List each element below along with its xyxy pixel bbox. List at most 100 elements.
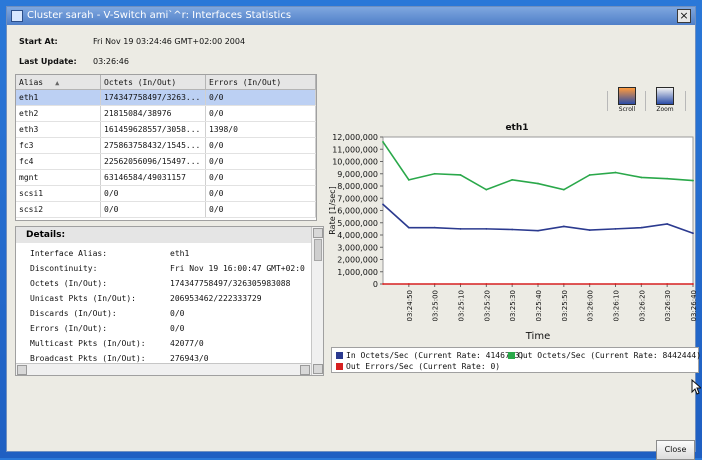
interfaces-table: Alias ▲ Octets (In/Out) Errors (In/Out) e… [15, 74, 317, 221]
start-at-value: Fri Nov 19 03:24:46 GMT+02:00 2004 [93, 37, 246, 46]
series-1-point [562, 225, 565, 228]
scroll-right-button[interactable] [300, 365, 310, 375]
scroll-thumb[interactable] [314, 239, 322, 261]
details-value: 276943/0 [170, 354, 209, 363]
details-title: Details: [16, 227, 311, 243]
table-row[interactable]: eth3 161459628557/3058... 1398/0 [16, 121, 316, 138]
legend-swatch [336, 363, 343, 370]
x-tick-label: 03:25:30 [509, 290, 517, 321]
x-tick-label: 03:25:50 [561, 290, 569, 321]
errors-cell: 1398/0 [205, 121, 316, 138]
details-value: eth1 [170, 249, 190, 258]
octets-cell: 174347758497/3263... [100, 89, 206, 106]
series-3-point [537, 283, 539, 285]
scroll-left-button[interactable] [17, 365, 27, 375]
series-2-point [433, 172, 436, 175]
last-update: Last Update: 03:26:46 [19, 57, 129, 66]
details-vertical-scrollbar[interactable] [311, 227, 323, 375]
series-2-point [382, 141, 384, 143]
series-1-point [459, 227, 462, 230]
close-button[interactable]: Close [656, 440, 695, 460]
chart-toolbar: Scroll Zoom [607, 87, 697, 117]
errors-cell: 0/0 [205, 105, 316, 122]
series-2-point [511, 178, 514, 181]
scroll-down-button[interactable] [313, 364, 323, 374]
series-2-point [459, 174, 462, 176]
errors-cell: 0/0 [205, 185, 316, 202]
y-tick-label: 9,000,000 [337, 170, 378, 179]
legend-item: Out Errors/Sec (Current Rate: 0) [336, 362, 500, 371]
y-tick-label: 12,000,000 [332, 133, 378, 142]
series-1-point [588, 229, 591, 231]
series-2-point [485, 188, 488, 191]
details-label: Broadcast Pkts (In/Out): [30, 354, 146, 363]
mouse-cursor-icon [691, 379, 701, 395]
x-tick-label: 03:25:20 [483, 290, 491, 321]
y-tick-label: 4,000,000 [337, 231, 378, 240]
y-tick-label: 6,000,000 [337, 207, 378, 216]
details-label: Octets (In/Out): [30, 279, 108, 288]
octets-cell: 275863758432/1545... [100, 137, 206, 154]
scroll-tool[interactable]: Scroll [613, 87, 641, 115]
alias-cell: fc3 [16, 137, 101, 154]
table-row[interactable]: eth2 21815084/38976 0/0 [16, 105, 316, 122]
scroll-tool-label: Scroll [618, 106, 636, 113]
y-tick-label: 0 [373, 280, 378, 289]
table-row[interactable]: mgnt 63146584/49031157 0/0 [16, 169, 316, 186]
series-2-point [666, 177, 669, 180]
details-label: Discards (In/Out): [30, 309, 117, 318]
series-3-point [588, 283, 591, 285]
start-at-label: Start At: [19, 37, 58, 46]
x-tick-label: 03:25:40 [535, 290, 543, 321]
series-1-point [614, 227, 617, 230]
x-tick-label: 03:26:40 [690, 290, 697, 321]
details-value: 206953462/222333729 [170, 294, 262, 303]
details-value: 174347758497/326305983088 [170, 279, 291, 288]
scroll-up-button[interactable] [313, 228, 323, 238]
legend-label: Out Errors/Sec (Current Rate: 0) [346, 362, 501, 371]
titlebar: Cluster sarah - V-Switch ami`^r: Interfa… [7, 7, 695, 25]
table-row[interactable]: fc3 275863758432/1545... 0/0 [16, 137, 316, 154]
details-label: Interface Alias: [30, 249, 108, 258]
column-header-alias[interactable]: Alias ▲ [16, 75, 101, 90]
toolbar-separator [685, 91, 686, 111]
series-1-point [382, 203, 384, 206]
series-2-point [692, 179, 694, 182]
octets-cell: 63146584/49031157 [100, 169, 206, 186]
details-horizontal-scrollbar[interactable] [16, 363, 311, 375]
y-tick-label: 7,000,000 [337, 194, 378, 203]
series-3-point [511, 283, 514, 285]
column-header-alias-label: Alias [19, 77, 44, 87]
rate-chart: 12,000,000 11,000,000 10,000,000 9,000,000 8… [328, 133, 697, 342]
y-axis-label: Rate [1/sec] [328, 186, 337, 234]
table-row[interactable]: scsi1 0/0 0/0 [16, 185, 316, 202]
errors-cell: 0/0 [205, 137, 316, 154]
legend-swatch [508, 352, 515, 359]
series-3-point [382, 283, 384, 285]
table-row[interactable]: scsi2 0/0 0/0 [16, 201, 316, 218]
legend-label: Out Octets/Sec (Current Rate: 8442444) [518, 351, 702, 360]
octets-cell: 22562056096/15497... [100, 153, 206, 170]
table-row[interactable]: eth1 174347758497/3263... 0/0 [16, 89, 316, 106]
zoom-tool[interactable]: Zoom [651, 87, 679, 115]
series-3-point [433, 283, 436, 285]
window-close-button[interactable]: × [677, 9, 691, 23]
errors-cell: 0/0 [205, 89, 316, 106]
chart-legend: In Octets/Sec (Current Rate: 4146713) Out… [331, 347, 702, 373]
series-3-point [562, 283, 565, 285]
table-row[interactable]: fc4 22562056096/15497... 0/0 [16, 153, 316, 170]
alias-cell: mgnt [16, 169, 101, 186]
legend-label: In Octets/Sec (Current Rate: 4146713) [346, 351, 525, 360]
column-header-octets[interactable]: Octets (In/Out) [100, 75, 206, 90]
errors-cell: 0/0 [205, 169, 316, 186]
series-3-point [692, 283, 694, 285]
x-tick-label: 03:25:10 [458, 290, 466, 321]
column-header-errors[interactable]: Errors (In/Out) [205, 75, 316, 90]
octets-cell: 0/0 [100, 185, 206, 202]
y-tick-label: 10,000,000 [332, 158, 378, 167]
alias-cell: eth1 [16, 89, 101, 106]
zoom-tool-label: Zoom [656, 106, 674, 113]
y-tick-label: 5,000,000 [337, 219, 378, 228]
series-3-point [640, 283, 643, 285]
last-update-label: Last Update: [19, 57, 77, 66]
